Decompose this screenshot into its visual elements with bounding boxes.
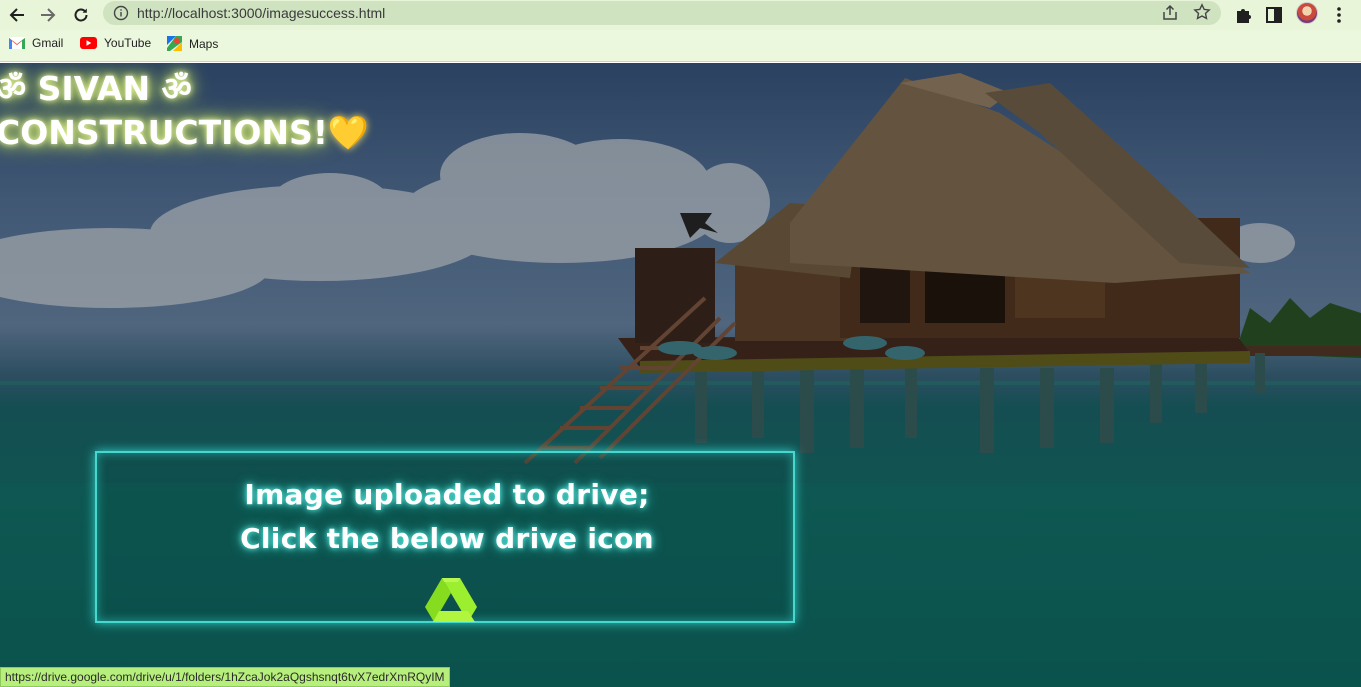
extensions-button[interactable]	[1231, 3, 1255, 27]
brand-line-2-text: CONSTRUCTIONS!	[0, 113, 328, 152]
drive-link[interactable]	[425, 577, 477, 623]
forward-button[interactable]	[36, 3, 60, 27]
puzzle-icon	[1237, 9, 1251, 23]
bookmark-maps[interactable]: Maps	[167, 36, 218, 51]
brand-line-1: ॐ SIVAN ॐ	[0, 69, 192, 108]
share-icon[interactable]	[1161, 4, 1179, 22]
back-arrow-icon	[9, 8, 24, 22]
kebab-menu-icon	[1337, 7, 1341, 23]
reload-icon	[74, 8, 88, 22]
bookmark-youtube[interactable]: YouTube	[80, 36, 151, 50]
maps-icon	[167, 36, 182, 51]
side-panel-icon	[1266, 7, 1282, 23]
profile-avatar[interactable]	[1296, 2, 1318, 24]
reload-button[interactable]	[69, 3, 93, 27]
browser-toolbar: http://localhost:3000/imagesuccess.html	[0, 0, 1361, 30]
site-info-icon[interactable]	[113, 5, 129, 21]
page-viewport: ॐ SIVAN ॐ CONSTRUCTIONS!💛 Image uploaded…	[0, 63, 1361, 687]
youtube-icon	[80, 37, 97, 49]
bookmarks-bar: Gmail YouTube Maps	[0, 30, 1361, 62]
forward-arrow-icon	[41, 8, 56, 22]
browser-menu-button[interactable]	[1327, 3, 1351, 27]
back-button[interactable]	[5, 3, 29, 27]
message-line-1: Image uploaded to drive;	[244, 478, 650, 511]
bookmark-gmail-label: Gmail	[32, 36, 64, 50]
message-line-2: Click the below drive icon	[240, 522, 654, 555]
bookmark-gmail[interactable]: Gmail	[9, 36, 63, 50]
google-drive-icon	[425, 578, 477, 622]
bookmark-star-icon[interactable]	[1193, 3, 1211, 21]
yellow-heart-icon: 💛	[327, 113, 369, 152]
address-url[interactable]: http://localhost:3000/imagesuccess.html	[137, 5, 385, 21]
brand-line-2: CONSTRUCTIONS!💛	[0, 111, 369, 155]
address-bar[interactable]: http://localhost:3000/imagesuccess.html	[103, 1, 1221, 25]
bookmark-youtube-label: YouTube	[104, 36, 152, 50]
gmail-icon	[9, 37, 25, 49]
bookmark-maps-label: Maps	[189, 36, 219, 51]
site-brand: ॐ SIVAN ॐ CONSTRUCTIONS!💛	[0, 67, 369, 155]
upload-success-panel: Image uploaded to drive; Click the below…	[95, 451, 795, 623]
link-status-bar: https://drive.google.com/drive/u/1/folde…	[0, 667, 450, 687]
side-panel-button[interactable]	[1262, 3, 1286, 27]
